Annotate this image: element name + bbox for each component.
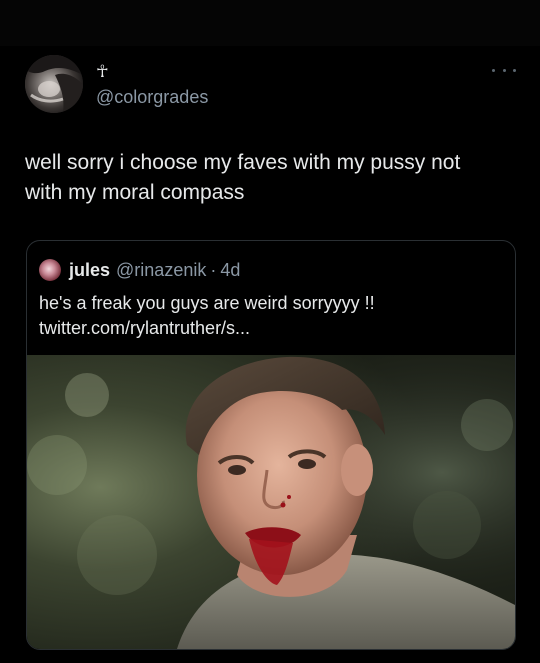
author-handle[interactable]: @colorgrades <box>96 86 396 108</box>
avatar-photo-icon <box>25 55 83 113</box>
more-dot <box>492 68 495 72</box>
top-bar <box>0 0 540 46</box>
quoted-tweet-header: jules @rinazenik · 4d <box>39 259 240 281</box>
quoted-tweet-card[interactable]: jules @rinazenik · 4d he's a freak you g… <box>26 240 516 650</box>
profile-avatar[interactable] <box>25 55 83 113</box>
quoted-author-handle[interactable]: @rinazenik <box>116 260 206 281</box>
tweet-text: well sorry i choose my faves with my pus… <box>25 148 520 208</box>
quoted-link[interactable]: twitter.com/rylantruther/s... <box>39 316 504 341</box>
quoted-timestamp[interactable]: 4d <box>220 260 240 281</box>
photo-icon <box>27 355 515 649</box>
quoted-author-name[interactable]: jules <box>69 260 110 281</box>
quoted-photo[interactable] <box>27 355 515 649</box>
separator-dot: · <box>210 259 217 280</box>
more-options-icon[interactable] <box>492 64 516 76</box>
more-dot <box>502 68 506 72</box>
display-name[interactable]: ☥ <box>96 62 396 84</box>
tweet-text-line: with my moral compass <box>25 181 245 204</box>
tweet-author[interactable]: ☥ @colorgrades <box>96 62 396 108</box>
quoted-text-line: he's a freak you guys are weird sorryyyy… <box>39 293 375 313</box>
quoted-author-avatar[interactable] <box>39 259 61 281</box>
tweet-text-line: well sorry i choose my faves with my pus… <box>25 151 461 174</box>
more-dot <box>513 68 516 72</box>
quoted-tweet-text: he's a freak you guys are weird sorryyyy… <box>39 291 504 341</box>
